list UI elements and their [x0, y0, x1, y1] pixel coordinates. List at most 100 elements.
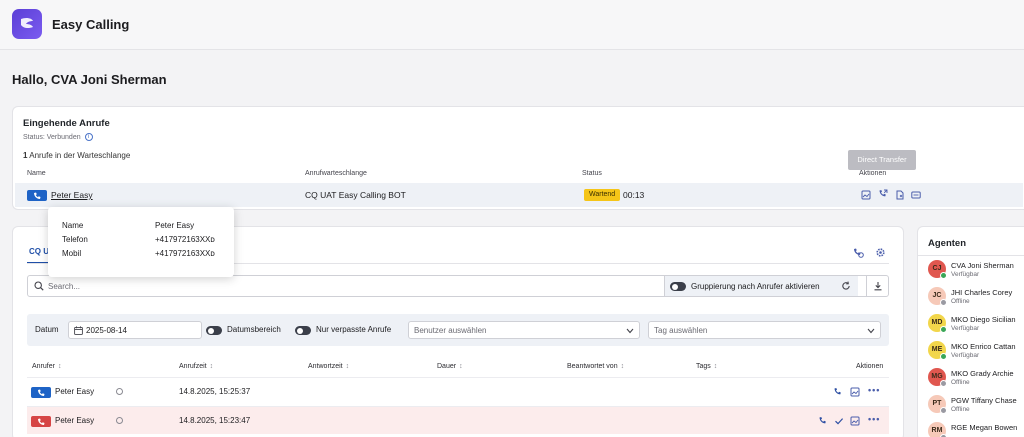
column-header-actions: Aktionen — [859, 170, 887, 177]
direct-transfer-icon[interactable] — [878, 189, 888, 199]
sort-icon: ↕ — [209, 363, 214, 370]
call-back-icon[interactable] — [833, 387, 843, 397]
app-logo-icon — [21, 17, 33, 29]
column-header-name: Name — [27, 170, 46, 177]
agent-name: MKO Grady Archie — [951, 369, 1014, 378]
agent-name: PGW Tiffany Chase — [951, 396, 1017, 405]
chevron-down-icon — [867, 328, 875, 334]
agent-name: MKO Diego Sicilian — [951, 315, 1016, 324]
call-back-icon[interactable] — [818, 416, 828, 426]
agent-name: JHI Charles Corey — [951, 288, 1013, 297]
presence-indicator — [940, 326, 947, 333]
sort-icon: ↕ — [713, 363, 718, 370]
page-greeting: Hallo, CVA Joni Sherman — [12, 72, 167, 87]
incoming-call-icon — [31, 387, 51, 398]
info-icon[interactable] — [116, 417, 123, 424]
column-header-answer-time[interactable]: Antwortzeit ↕ — [308, 363, 349, 370]
sort-icon: ↕ — [620, 363, 625, 370]
download-button[interactable] — [866, 276, 889, 296]
presence-indicator — [940, 407, 947, 414]
agent-item[interactable]: PT PGW Tiffany Chase Offline — [928, 393, 1024, 419]
user-select-placeholder: Benutzer auswählen — [414, 326, 487, 335]
calendar-icon — [74, 326, 83, 335]
column-header-actions: Aktionen — [856, 363, 883, 370]
user-select[interactable]: Benutzer auswählen — [408, 321, 640, 339]
info-icon[interactable] — [116, 388, 123, 395]
column-header-answered-by-label: Beantwortet von — [567, 363, 618, 370]
column-header-caller[interactable]: Anrufer ↕ — [32, 363, 61, 370]
date-range-toggle[interactable] — [206, 326, 222, 335]
agent-name: RGE Megan Bowen — [951, 423, 1018, 432]
agent-name: MKO Enrico Cattan — [951, 342, 1016, 351]
column-header-tags[interactable]: Tags ↕ — [696, 363, 717, 370]
missed-only-toggle[interactable] — [295, 326, 311, 335]
sort-icon: ↕ — [57, 363, 62, 370]
agent-item[interactable]: ME MKO Enrico Cattan Verfügbar — [928, 339, 1024, 365]
tag-select-placeholder: Tag auswählen — [654, 326, 708, 335]
column-header-duration[interactable]: Dauer ↕ — [437, 363, 463, 370]
agents-divider — [918, 255, 1024, 256]
column-header-queue: Anrufwarteschlange — [305, 170, 367, 177]
wait-time: 00:13 — [623, 190, 645, 200]
more-actions-icon[interactable]: ••• — [868, 414, 880, 424]
app-logo[interactable] — [12, 9, 42, 39]
queue-name: CQ UAT Easy Calling BOT — [305, 190, 406, 200]
missed-call-icon — [31, 416, 51, 427]
date-input[interactable]: 2025-08-14 — [68, 321, 202, 339]
voicemail-icon[interactable] — [911, 190, 921, 200]
agent-item[interactable]: CJ CVA Joni Sherman Verfügbar — [928, 258, 1024, 284]
refresh-icon[interactable] — [841, 281, 851, 291]
agent-item[interactable]: RM RGE Megan Bowen — [928, 420, 1024, 437]
group-by-caller-label: Gruppierung nach Anrufer aktivieren — [691, 282, 820, 291]
date-value: 2025-08-14 — [86, 326, 127, 335]
search-input[interactable]: Search... Gruppierung nach Anrufer aktiv… — [27, 275, 889, 297]
column-header-status: Status — [582, 170, 602, 177]
column-header-tags-label: Tags — [696, 363, 711, 370]
popup-phone-value[interactable]: +417972163XX⁠ᴅ — [155, 235, 215, 244]
popup-mobile-value[interactable]: +417972163XX⁠ᴅ — [155, 249, 215, 258]
connection-status-label: Status: Verbunden — [23, 133, 81, 141]
agent-item[interactable]: MD MKO Diego Sicilian Verfügbar — [928, 312, 1024, 338]
image-icon[interactable] — [850, 387, 860, 397]
popup-phone-label: Telefon — [62, 235, 88, 244]
image-icon[interactable] — [850, 416, 860, 426]
agent-status: Offline — [951, 406, 970, 413]
info-icon[interactable]: i — [84, 133, 93, 141]
missed-only-label: Nur verpasste Anrufe — [316, 325, 392, 334]
check-icon[interactable] — [834, 416, 844, 426]
sort-icon: ↕ — [345, 363, 350, 370]
download-icon — [874, 282, 882, 291]
agents-panel: Agenten CJ CVA Joni Sherman Verfügbar JC JHI… — [917, 226, 1024, 437]
more-actions-icon[interactable]: ••• — [868, 385, 880, 395]
caller-name-link[interactable]: Peter Easy — [51, 190, 93, 200]
date-label: Datum — [35, 325, 59, 334]
group-by-caller-toggle[interactable] — [670, 282, 686, 291]
agent-status: Verfügbar — [951, 271, 980, 278]
agent-item[interactable]: JC JHI Charles Corey Offline — [928, 285, 1024, 311]
row-caller: Peter Easy — [55, 416, 95, 425]
column-header-actions-label: Aktionen — [856, 363, 884, 370]
image-icon[interactable] — [861, 190, 871, 200]
call-settings-icon[interactable] — [853, 247, 864, 258]
agent-item[interactable]: MG MKO Grady Archie Offline — [928, 366, 1024, 392]
presence-indicator — [940, 353, 947, 360]
sort-icon: ↕ — [459, 363, 463, 370]
table-row[interactable]: Peter Easy 14.8.2025, 15:23:47 ••• — [27, 406, 889, 434]
column-header-answer-time-label: Antwortzeit — [308, 363, 343, 370]
table-row[interactable]: Peter Easy 14.8.2025, 15:25:37 ••• — [27, 377, 889, 405]
tab-cq[interactable]: CQ U — [29, 247, 49, 256]
queue-count-text: Anrufe in der Warteschlange — [27, 151, 131, 160]
app-title: Easy Calling — [52, 17, 130, 32]
tag-select[interactable]: Tag auswählen — [648, 321, 881, 339]
chevron-down-icon — [626, 328, 634, 334]
queue-count: 1 Anrufe in der Warteschlange — [23, 151, 130, 160]
row-call-time: 14.8.2025, 15:23:47 — [179, 416, 251, 425]
column-header-answered-by[interactable]: Beantwortet von ↕ — [567, 363, 624, 370]
column-header-call-time[interactable]: Anrufzeit ↕ — [179, 363, 213, 370]
agent-status: Verfügbar — [951, 325, 980, 332]
incoming-call-row: Peter Easy CQ UAT Easy Calling BOT Warte… — [15, 183, 1023, 207]
popup-name-label: Name — [62, 221, 84, 230]
search-icon — [34, 281, 44, 291]
gear-icon[interactable] — [875, 247, 886, 258]
file-icon[interactable] — [895, 190, 905, 200]
